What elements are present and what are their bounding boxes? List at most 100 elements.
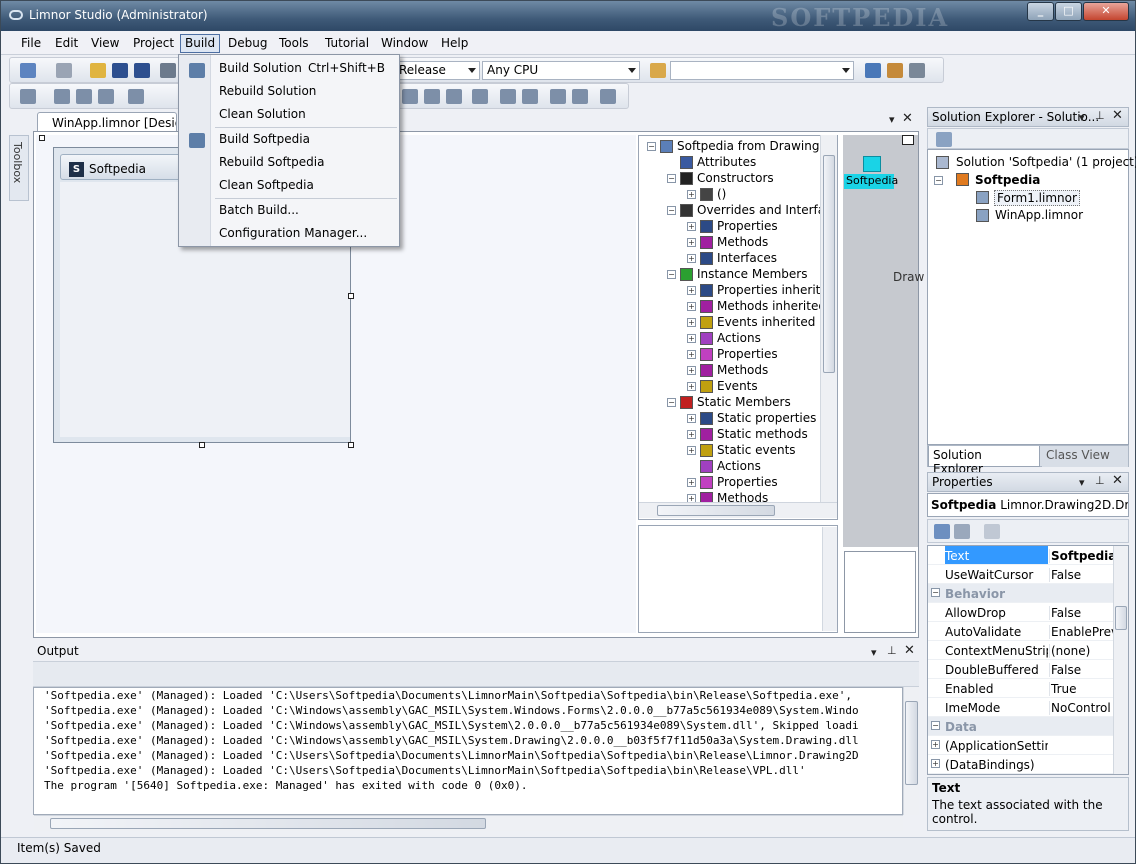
property-row[interactable]: ContextMenuStrip (none) bbox=[928, 641, 1114, 660]
menu-file[interactable]: File bbox=[16, 34, 46, 53]
collapse-icon[interactable]: − bbox=[667, 270, 676, 279]
platform-combo[interactable]: Any CPU bbox=[482, 61, 640, 80]
close-document-icon[interactable]: ✕ bbox=[902, 111, 913, 126]
toolbox-tools-icon[interactable] bbox=[909, 63, 925, 78]
property-category[interactable]: − Behavior bbox=[928, 584, 1114, 603]
align-top-icon[interactable] bbox=[128, 89, 144, 104]
properties-window-icon[interactable] bbox=[887, 63, 903, 78]
resize-handle[interactable] bbox=[39, 135, 45, 141]
tree-vertical-scrollbar[interactable] bbox=[820, 135, 837, 502]
property-row[interactable]: AllowDrop False bbox=[928, 603, 1114, 622]
tree-node[interactable]: Softpedia from DrawingPage bbox=[677, 139, 837, 153]
property-value[interactable]: Softpedia bbox=[1049, 549, 1113, 563]
menu-build[interactable]: Build bbox=[180, 34, 221, 53]
property-row[interactable]: AutoValidate EnablePreve bbox=[928, 622, 1114, 641]
output-horizontal-scrollbar[interactable] bbox=[34, 815, 903, 831]
dropdown-icon[interactable]: ▾ bbox=[1079, 111, 1085, 124]
categorized-icon[interactable] bbox=[934, 524, 950, 539]
solution-node[interactable]: Solution 'Softpedia' (1 project) bbox=[956, 155, 1136, 169]
property-row[interactable]: + (DataBindings) bbox=[928, 755, 1114, 774]
property-value[interactable]: NoControl bbox=[1049, 701, 1113, 715]
resize-handle[interactable] bbox=[348, 293, 354, 299]
scroll-thumb[interactable] bbox=[657, 505, 775, 516]
spacing-decrease-icon[interactable] bbox=[472, 89, 488, 104]
expand-icon[interactable]: + bbox=[687, 286, 696, 295]
tree-node[interactable]: Events bbox=[717, 379, 758, 393]
open-folder-icon[interactable] bbox=[90, 63, 106, 78]
drawing-item-icon[interactable] bbox=[863, 156, 881, 172]
expand-icon[interactable]: + bbox=[687, 238, 696, 247]
pin-icon[interactable]: ⊥ bbox=[1095, 109, 1105, 122]
menu-edit[interactable]: Edit bbox=[50, 34, 83, 53]
expand-icon[interactable]: + bbox=[687, 334, 696, 343]
spacing-vertical-icon[interactable] bbox=[446, 89, 462, 104]
tree-node[interactable]: Methods inherited bbox=[717, 299, 826, 313]
maximize-button[interactable]: □ bbox=[1055, 2, 1082, 21]
tree-node[interactable]: Constructors bbox=[697, 171, 774, 185]
expand-icon[interactable]: + bbox=[687, 302, 696, 311]
close-panel-icon[interactable]: ✕ bbox=[904, 643, 915, 658]
add-item-icon[interactable] bbox=[56, 63, 72, 78]
property-row[interactable]: DoubleBuffered False bbox=[928, 660, 1114, 679]
expand-icon[interactable]: + bbox=[931, 740, 940, 749]
tree-horizontal-scrollbar[interactable] bbox=[639, 502, 837, 518]
align-right-icon[interactable] bbox=[98, 89, 114, 104]
tab-order-icon[interactable] bbox=[600, 89, 616, 104]
menu-clean-solution[interactable]: Clean Solution bbox=[219, 107, 306, 125]
tree-node[interactable]: () bbox=[717, 187, 726, 201]
tree-node[interactable]: Interfaces bbox=[717, 251, 777, 265]
output-vertical-scrollbar[interactable] bbox=[903, 687, 919, 815]
tree-node[interactable]: Actions bbox=[717, 459, 761, 473]
tree-node[interactable]: Static Members bbox=[697, 395, 791, 409]
center-vertically-icon[interactable] bbox=[522, 89, 538, 104]
property-row[interactable]: + (ApplicationSetting bbox=[928, 736, 1114, 755]
dropdown-icon[interactable]: ▾ bbox=[1079, 476, 1085, 489]
tree-node[interactable]: Properties inherited bbox=[717, 283, 835, 297]
scroll-thumb[interactable] bbox=[50, 818, 486, 829]
file-form1[interactable]: Form1.limnor bbox=[994, 190, 1080, 206]
collapse-icon[interactable]: − bbox=[667, 206, 676, 215]
scroll-thumb[interactable] bbox=[905, 701, 918, 785]
expand-icon[interactable]: + bbox=[687, 254, 696, 263]
expand-icon[interactable]: + bbox=[687, 478, 696, 487]
property-row[interactable]: UseWaitCursor False bbox=[928, 565, 1114, 584]
menu-project[interactable]: Project bbox=[128, 34, 179, 53]
collapse-icon[interactable]: − bbox=[647, 142, 656, 151]
dropdown-icon[interactable]: ▾ bbox=[871, 646, 877, 659]
tree-node[interactable]: Static properties bbox=[717, 411, 816, 425]
tree-node[interactable]: Properties bbox=[717, 347, 778, 361]
expand-icon[interactable]: + bbox=[687, 414, 696, 423]
property-row[interactable]: Text Softpedia bbox=[928, 546, 1114, 565]
property-value[interactable]: (none) bbox=[1049, 644, 1113, 658]
property-value[interactable]: EnablePreve bbox=[1049, 625, 1113, 639]
save-all-icon[interactable] bbox=[134, 63, 150, 78]
collapse-icon[interactable]: − bbox=[667, 398, 676, 407]
tree-node[interactable]: Static events bbox=[717, 443, 796, 457]
property-value[interactable]: False bbox=[1049, 606, 1113, 620]
expand-icon[interactable]: + bbox=[687, 382, 696, 391]
menu-build-solution[interactable]: Build Solution bbox=[219, 61, 302, 79]
tree-node[interactable]: Properties bbox=[717, 219, 778, 233]
file-winapp[interactable]: WinApp.limnor bbox=[995, 208, 1083, 222]
new-project-icon[interactable] bbox=[20, 63, 36, 78]
tree-node[interactable]: Properties bbox=[717, 475, 778, 489]
property-value[interactable]: False bbox=[1049, 568, 1113, 582]
tree-node[interactable]: Overrides and Interfaces bbox=[697, 203, 837, 217]
expand-icon[interactable]: + bbox=[687, 366, 696, 375]
tree-node[interactable]: Actions bbox=[717, 331, 761, 345]
preview-restore-icon[interactable] bbox=[902, 135, 914, 145]
document-menu-icon[interactable]: ▾ bbox=[889, 113, 895, 126]
expand-icon[interactable]: + bbox=[687, 318, 696, 327]
property-row[interactable]: Enabled True bbox=[928, 679, 1114, 698]
close-panel-icon[interactable]: ✕ bbox=[1112, 473, 1123, 488]
expand-icon[interactable]: + bbox=[931, 759, 940, 768]
menu-clean-project[interactable]: Clean Softpedia bbox=[219, 178, 314, 196]
pin-icon[interactable]: ⊥ bbox=[887, 644, 897, 657]
cut-icon[interactable] bbox=[160, 63, 176, 78]
expand-icon[interactable]: + bbox=[687, 222, 696, 231]
tree-node[interactable]: Static methods bbox=[717, 427, 808, 441]
properties-vertical-scrollbar[interactable] bbox=[1113, 546, 1128, 774]
tab-solution-explorer[interactable]: Solution Explorer bbox=[928, 446, 1040, 476]
bring-to-front-icon[interactable] bbox=[550, 89, 566, 104]
tab-winapp-design[interactable]: WinApp.limnor [Design] bbox=[37, 112, 177, 132]
